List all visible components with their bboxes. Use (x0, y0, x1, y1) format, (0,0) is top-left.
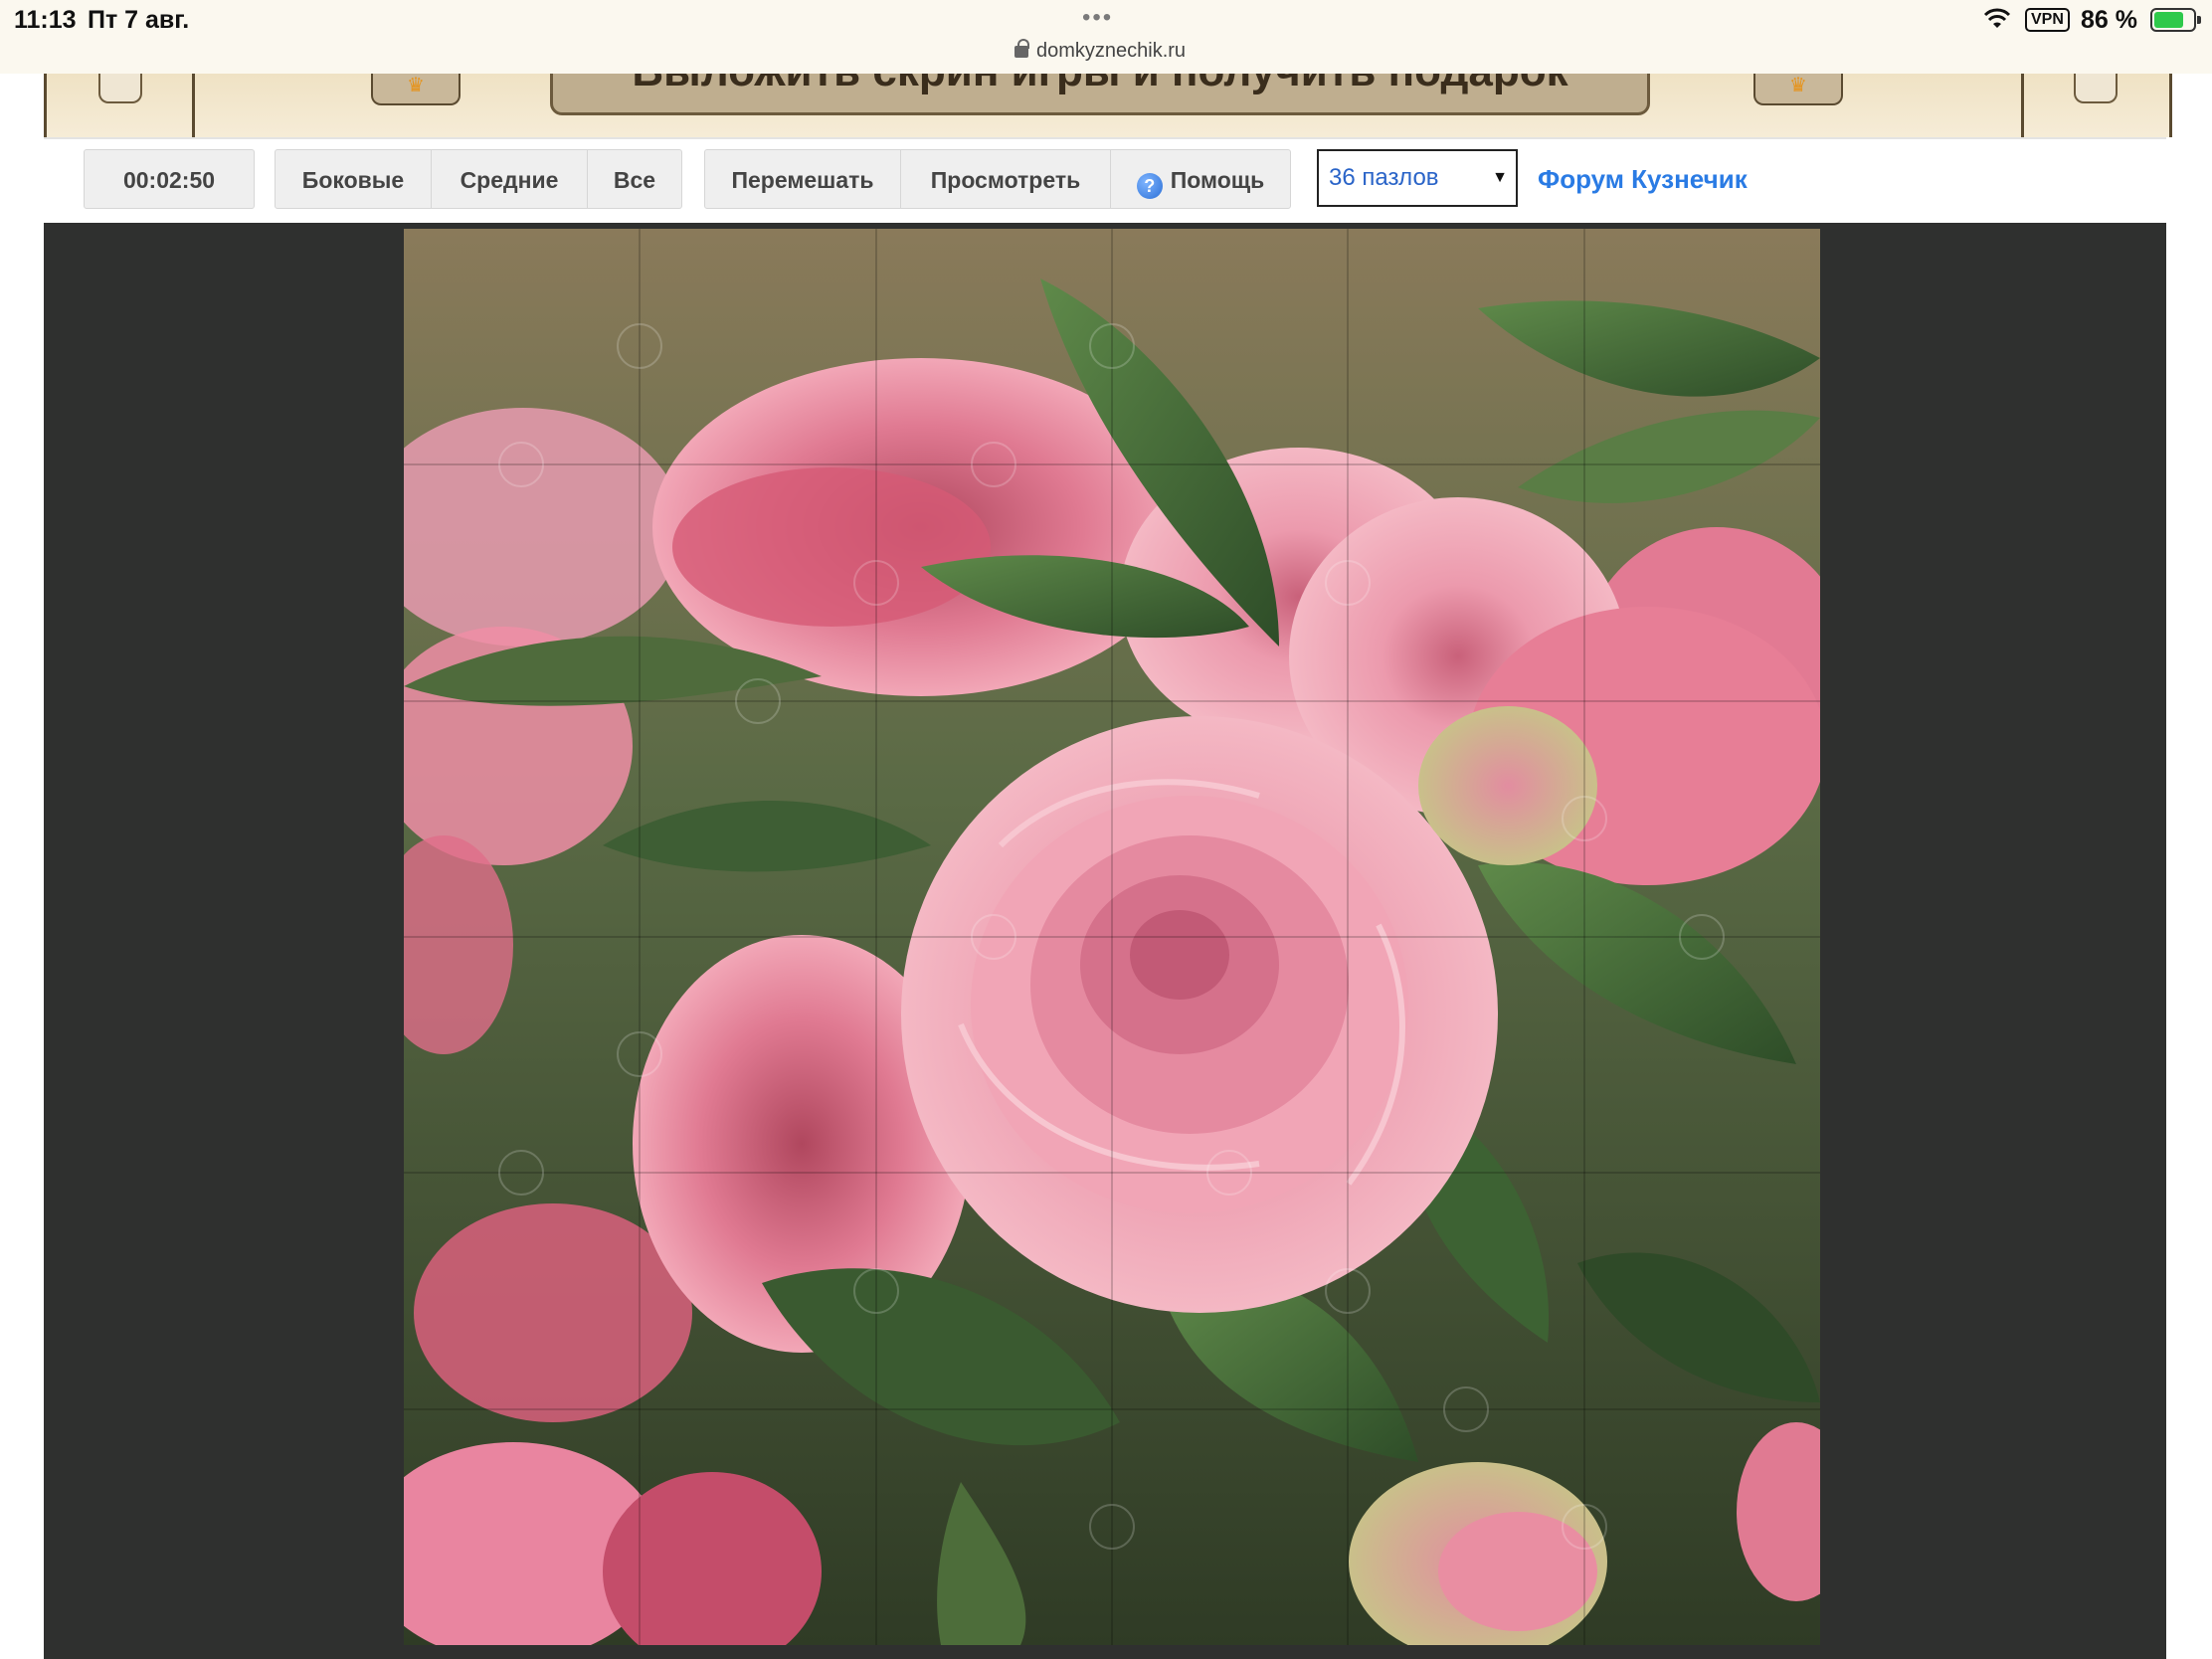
game-area (44, 223, 2166, 1659)
banner-knob-right (2074, 74, 2118, 103)
preview-button[interactable]: Просмотреть (900, 149, 1111, 209)
puzzle-board[interactable] (404, 229, 1820, 1645)
dropdown-arrow-icon: ▼ (1492, 169, 1508, 186)
lock-icon (1014, 39, 1029, 58)
piece-count-select[interactable]: 36 пазлов ▼ (1317, 149, 1518, 207)
puzzle-image[interactable] (404, 229, 1820, 1645)
battery-percent: 86 % (2081, 6, 2137, 34)
banner-pill[interactable]: Выложить скрин игры и получить подарок (550, 74, 1650, 115)
banner-divider (2021, 74, 2024, 137)
banner-text: Выложить скрин игры и получить подарок (553, 74, 1647, 96)
shuffle-button[interactable]: Перемешать (704, 149, 901, 209)
help-icon: ? (1136, 173, 1163, 199)
url-text: domkyznechik.ru (1036, 40, 1187, 62)
page: 11:13 Пт 7 авг. ••• domkyznechik.ru VPN … (0, 0, 2212, 1659)
address-bar[interactable]: domkyznechik.ru (1014, 39, 1187, 63)
date: Пт 7 авг. (88, 6, 190, 34)
gift-icon: ♛ (1753, 74, 1843, 105)
piece-count-value: 36 пазлов (1329, 164, 1439, 191)
battery-nub (2197, 16, 2201, 24)
gift-icon: ♛ (371, 74, 461, 105)
battery-fill (2154, 12, 2183, 28)
banner-divider (192, 74, 195, 137)
timer-display: 00:02:50 (84, 149, 255, 209)
forum-link[interactable]: Форум Кузнечик (1538, 149, 1748, 209)
help-label: Помощь (1170, 167, 1265, 193)
multitask-dots[interactable]: ••• (1082, 4, 1113, 32)
all-pieces-button[interactable]: Все (587, 149, 682, 209)
edge-pieces-button[interactable]: Боковые (275, 149, 432, 209)
clock: 11:13 (14, 6, 77, 34)
middle-pieces-button[interactable]: Средние (431, 149, 588, 209)
help-button[interactable]: ? Помощь (1110, 149, 1291, 209)
puzzle-toolbar: 00:02:50 Боковые Средние Все Перемешать … (44, 137, 2166, 225)
promo-banner[interactable]: ♛ Выложить скрин игры и получить подарок… (44, 74, 2172, 137)
vpn-badge: VPN (2025, 8, 2070, 32)
battery-icon (2150, 8, 2201, 32)
wifi-icon (1983, 8, 2011, 28)
banner-knob-left (98, 74, 142, 103)
status-bar: 11:13 Пт 7 авг. ••• domkyznechik.ru VPN … (0, 0, 2212, 74)
